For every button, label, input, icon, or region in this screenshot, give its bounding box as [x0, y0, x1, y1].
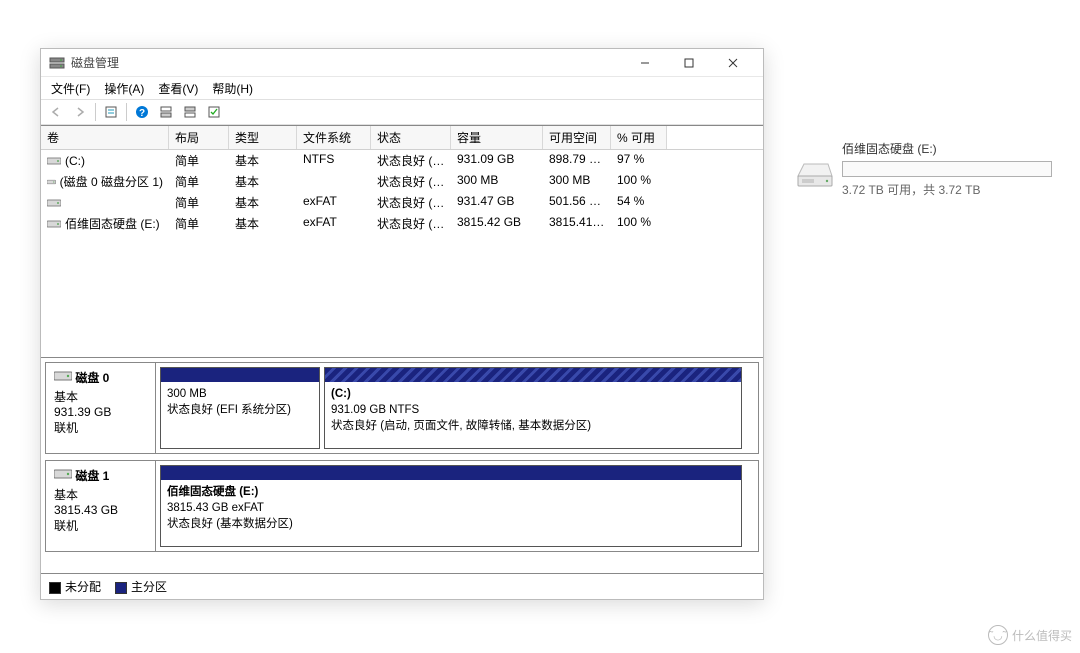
menu-file[interactable]: 文件(F) — [45, 78, 96, 99]
window-title: 磁盘管理 — [71, 54, 623, 71]
watermark: ῀◡῀ 什么值得买 — [988, 625, 1072, 645]
disk-management-window: 磁盘管理 文件(F) 操作(A) 查看(V) 帮助(H) ? 卷 布局 类型 文… — [40, 48, 764, 600]
close-button[interactable] — [711, 49, 755, 77]
svg-text:?: ? — [139, 108, 145, 119]
menu-view[interactable]: 查看(V) — [152, 78, 204, 99]
minimize-button[interactable] — [623, 49, 667, 77]
drive-icon — [794, 158, 834, 190]
partition[interactable]: 300 MB状态良好 (EFI 系统分区) — [160, 367, 320, 449]
disk-icon: 磁盘 1 — [54, 467, 147, 484]
drive-name: 佰维固态硬盘 (E:) — [842, 140, 1054, 157]
disk-info[interactable]: 磁盘 0基本931.39 GB联机 — [46, 363, 156, 453]
drive-subtext: 3.72 TB 可用，共 3.72 TB — [842, 181, 1054, 198]
col-status[interactable]: 状态 — [371, 126, 451, 149]
volume-row[interactable]: 简单基本exFAT状态良好 (…931.47 GB501.56 …54 % — [41, 192, 763, 213]
partition[interactable]: (C:)931.09 GB NTFS状态良好 (启动, 页面文件, 故障转储, … — [324, 367, 742, 449]
volume-list-header: 卷 布局 类型 文件系统 状态 容量 可用空间 % 可用 — [41, 126, 763, 150]
disk-row: 磁盘 0基本931.39 GB联机300 MB状态良好 (EFI 系统分区)(C… — [45, 362, 759, 454]
back-button[interactable] — [45, 102, 67, 122]
help-button[interactable]: ? — [131, 102, 153, 122]
partition[interactable]: 佰维固态硬盘 (E:)3815.43 GB exFAT状态良好 (基本数据分区) — [160, 465, 742, 547]
col-filesystem[interactable]: 文件系统 — [297, 126, 371, 149]
disk-row: 磁盘 1基本3815.43 GB联机佰维固态硬盘 (E:)3815.43 GB … — [45, 460, 759, 552]
titlebar[interactable]: 磁盘管理 — [41, 49, 763, 77]
toolbar: ? — [41, 99, 763, 125]
menu-help[interactable]: 帮助(H) — [206, 78, 259, 99]
view-top-button[interactable] — [155, 102, 177, 122]
maximize-button[interactable] — [667, 49, 711, 77]
legend-unallocated: 未分配 — [49, 578, 101, 595]
app-icon — [49, 55, 65, 71]
legend-primary: 主分区 — [115, 578, 167, 595]
menubar: 文件(F) 操作(A) 查看(V) 帮助(H) — [41, 77, 763, 99]
disk-icon: 磁盘 0 — [54, 369, 147, 386]
col-type[interactable]: 类型 — [229, 126, 297, 149]
watermark-text: 什么值得买 — [1012, 627, 1072, 644]
volume-row[interactable]: (C:)简单基本NTFS状态良好 (…931.09 GB898.79 …97 % — [41, 150, 763, 171]
menu-action[interactable]: 操作(A) — [98, 78, 150, 99]
disk-graphic-area: 磁盘 0基本931.39 GB联机300 MB状态良好 (EFI 系统分区)(C… — [41, 357, 763, 573]
col-free[interactable]: 可用空间 — [543, 126, 611, 149]
legend: 未分配 主分区 — [41, 573, 763, 599]
drive-usage-bar — [842, 161, 1052, 177]
disk-info[interactable]: 磁盘 1基本3815.43 GB联机 — [46, 461, 156, 551]
col-volume[interactable]: 卷 — [41, 126, 169, 149]
col-capacity[interactable]: 容量 — [451, 126, 543, 149]
settings-button[interactable] — [203, 102, 225, 122]
forward-button[interactable] — [69, 102, 91, 122]
col-layout[interactable]: 布局 — [169, 126, 229, 149]
volume-list: 卷 布局 类型 文件系统 状态 容量 可用空间 % 可用 (C:)简单基本NTF… — [41, 125, 763, 357]
smile-icon: ῀◡῀ — [988, 625, 1008, 645]
properties-button[interactable] — [100, 102, 122, 122]
volume-row[interactable]: (磁盘 0 磁盘分区 1)简单基本状态良好 (…300 MB300 MB100 … — [41, 171, 763, 192]
view-bottom-button[interactable] — [179, 102, 201, 122]
volume-row[interactable]: 佰维固态硬盘 (E:)简单基本exFAT状态良好 (…3815.42 GB381… — [41, 213, 763, 234]
col-pct[interactable]: % 可用 — [611, 126, 667, 149]
drive-info-panel: 佰维固态硬盘 (E:) 3.72 TB 可用，共 3.72 TB — [794, 140, 1054, 198]
